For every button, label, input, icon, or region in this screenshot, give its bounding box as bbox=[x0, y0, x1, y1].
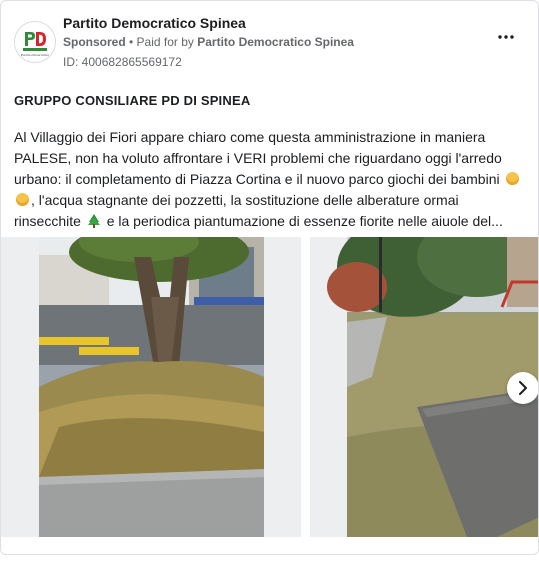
carousel-slide-1[interactable] bbox=[1, 237, 301, 537]
carousel-slide-2[interactable] bbox=[310, 237, 538, 537]
page-avatar[interactable]: Partito Democratico bbox=[14, 21, 56, 63]
avatar-caption: Partito Democratico bbox=[20, 53, 49, 57]
carousel-next-button[interactable] bbox=[507, 372, 538, 404]
ad-header: Partito Democratico Partito Democratico … bbox=[14, 15, 528, 75]
separator-dot: • bbox=[125, 35, 137, 49]
page-name-link[interactable]: Partito Democratico Spinea bbox=[63, 15, 246, 31]
more-options-icon bbox=[498, 35, 514, 39]
pd-logo-icon: Partito Democratico bbox=[15, 22, 55, 62]
more-options-button[interactable] bbox=[494, 25, 518, 49]
ad-id: ID: 400682865569172 bbox=[63, 55, 182, 69]
tree-emoji-icon bbox=[87, 214, 100, 228]
baby-emoji-icon bbox=[505, 172, 519, 185]
paid-prefix: Paid for by bbox=[136, 35, 198, 49]
post-title: GRUPPO CONSILIARE PD DI SPINEA bbox=[14, 93, 251, 108]
sponsored-label: Sponsored bbox=[63, 35, 126, 49]
ad-card: Partito Democratico Partito Democratico … bbox=[0, 0, 539, 555]
photo-park-lawn bbox=[310, 237, 538, 537]
post-text-part-1: Al Villaggio dei Fiori appare chiaro com… bbox=[14, 129, 502, 187]
paid-by-link[interactable]: Partito Democratico Spinea bbox=[197, 35, 354, 49]
sponsored-line: Sponsored • Paid for by Partito Democrat… bbox=[63, 35, 354, 49]
chevron-right-icon bbox=[519, 381, 527, 395]
post-body: Al Villaggio dei Fiori appare chiaro com… bbox=[14, 127, 529, 232]
baby-emoji-icon bbox=[16, 193, 29, 206]
post-text-part-3: e la periodica piantumazione di essenze … bbox=[106, 213, 503, 229]
image-carousel[interactable] bbox=[1, 237, 538, 537]
photo-tree-street bbox=[1, 237, 301, 537]
